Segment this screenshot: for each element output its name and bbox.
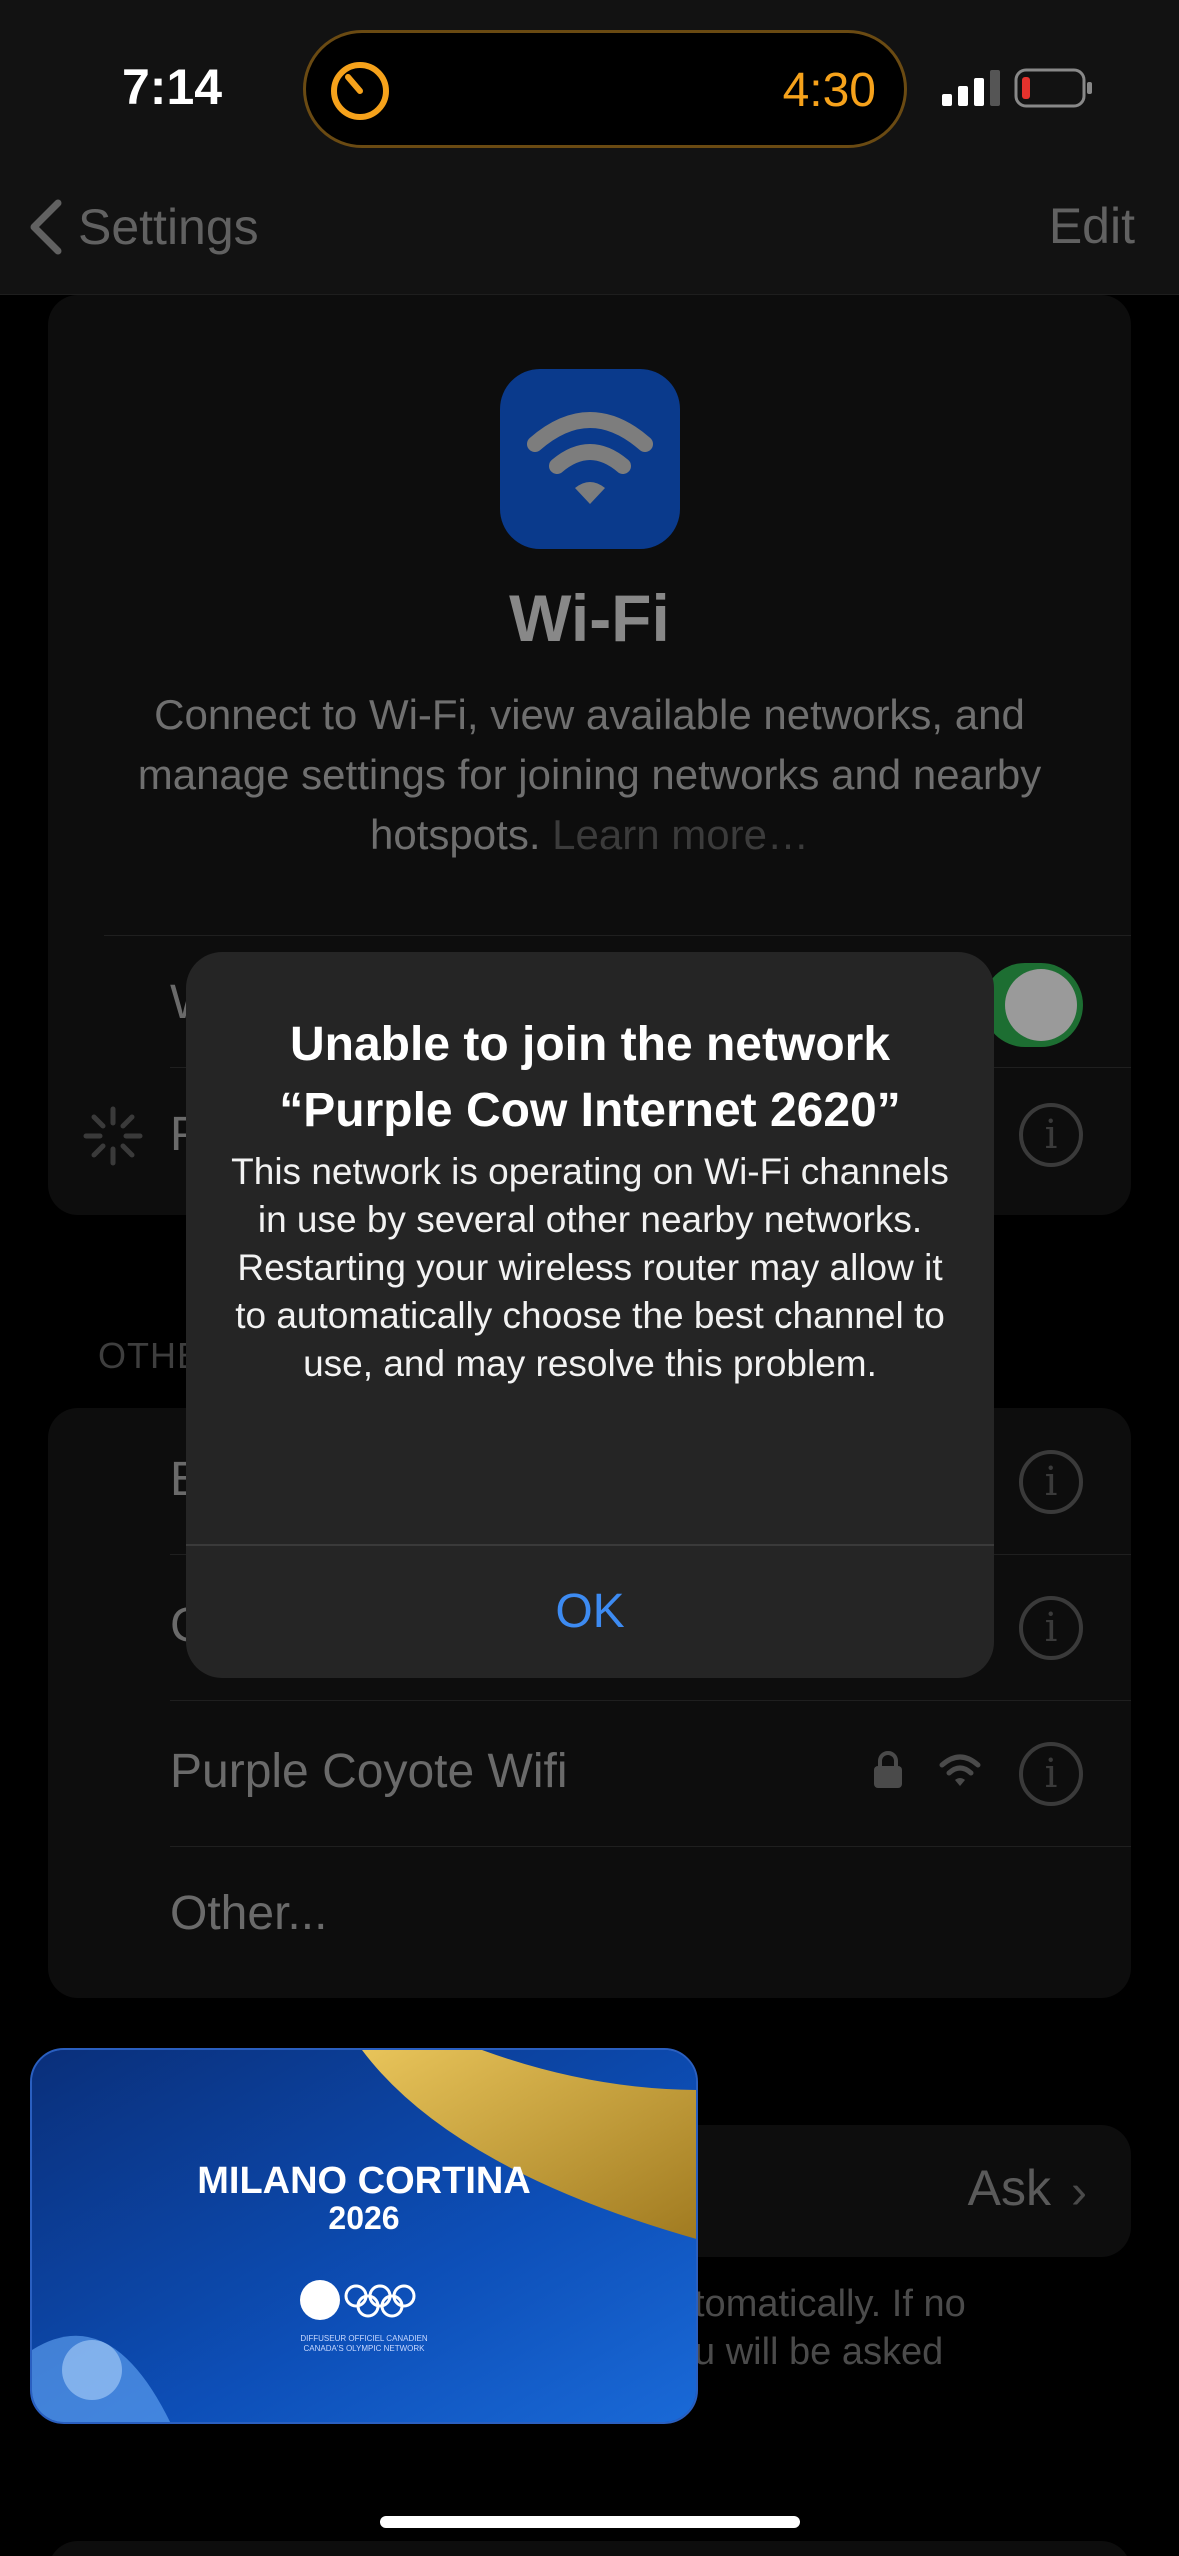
lock-icon [874,1751,902,1788]
footer-line: tomatically. If no [694,2283,966,2325]
info-icon[interactable]: i [1019,1450,1083,1514]
edit-button[interactable]: Edit [1049,197,1135,255]
list-item[interactable]: Purple Coyote Wifi i [48,1700,1131,1830]
divider [104,935,1131,936]
alert-message-line: This network is operating on Wi-Fi chann… [231,1151,949,1240]
alert-title: Unable to join the network “Purple Cow I… [279,1018,901,1137]
timer-countdown: 4:30 [782,64,876,117]
alert-message-line: Restarting your wireless router may allo… [235,1247,945,1384]
back-button[interactable]: Settings [24,197,259,257]
info-icon[interactable]: i [1019,1596,1083,1660]
chevron-right-icon: › [1071,2166,1087,2219]
network-name: Purple Coyote Wifi [170,1745,568,1798]
next-card-edge [48,2541,1131,2556]
wifi-icon [527,412,653,504]
broadcaster-caption: DIFFUSEUR OFFICIEL CANADIEN CANADA'S OLY… [32,2334,696,2354]
battery-low-icon [1014,68,1092,108]
ask-value: Ask [967,2160,1051,2216]
caption-line: CANADA'S OLYMPIC NETWORK [303,2344,425,2353]
wifi-app-icon [500,369,680,549]
wifi-strength-icon [939,1754,981,1786]
video-title: MILANO CORTINA [197,2160,531,2202]
timer-icon [331,62,389,120]
ok-button[interactable]: OK [186,1546,994,1678]
wifi-description: Connect to Wi-Fi, view available network… [104,685,1075,865]
wifi-toggle[interactable] [983,963,1083,1047]
navigation-bar: Settings Edit [0,175,1179,295]
status-bar: 7:14 4:30 [0,0,1179,175]
other-label: Other... [170,1887,328,1940]
ask-footer-text: tomatically. If no u will be asked [694,2280,966,2376]
page-title: Wi-Fi [509,581,670,655]
home-indicator[interactable] [380,2516,800,2528]
chevron-left-icon [30,199,62,255]
learn-more-link[interactable]: Learn more… [552,811,809,858]
broadcaster-olympic-logo [300,2280,416,2320]
footer-line: u will be asked [694,2331,944,2373]
caption-line: DIFFUSEUR OFFICIEL CANADIEN [300,2334,428,2343]
alert-dialog: Unable to join the network “Purple Cow I… [186,952,994,1678]
clock: 7:14 [122,59,223,115]
picture-in-picture-video[interactable]: MILANO CORTINA 2026 DIFFUSEUR OFFICIEL C… [30,2048,698,2424]
info-icon[interactable]: i [1019,1103,1083,1167]
other-network-button[interactable]: Other... [48,1846,1131,1976]
info-icon[interactable]: i [1019,1742,1083,1806]
video-year: 2026 [328,2200,400,2236]
loading-spinner-icon [83,1106,143,1166]
cellular-signal-icon [942,70,1000,106]
video-frame-background [32,2050,696,2422]
dynamic-island-timer[interactable]: 4:30 [303,30,907,148]
alert-message: This network is operating on Wi-Fi chann… [226,1148,954,1388]
back-label: Settings [78,199,259,255]
